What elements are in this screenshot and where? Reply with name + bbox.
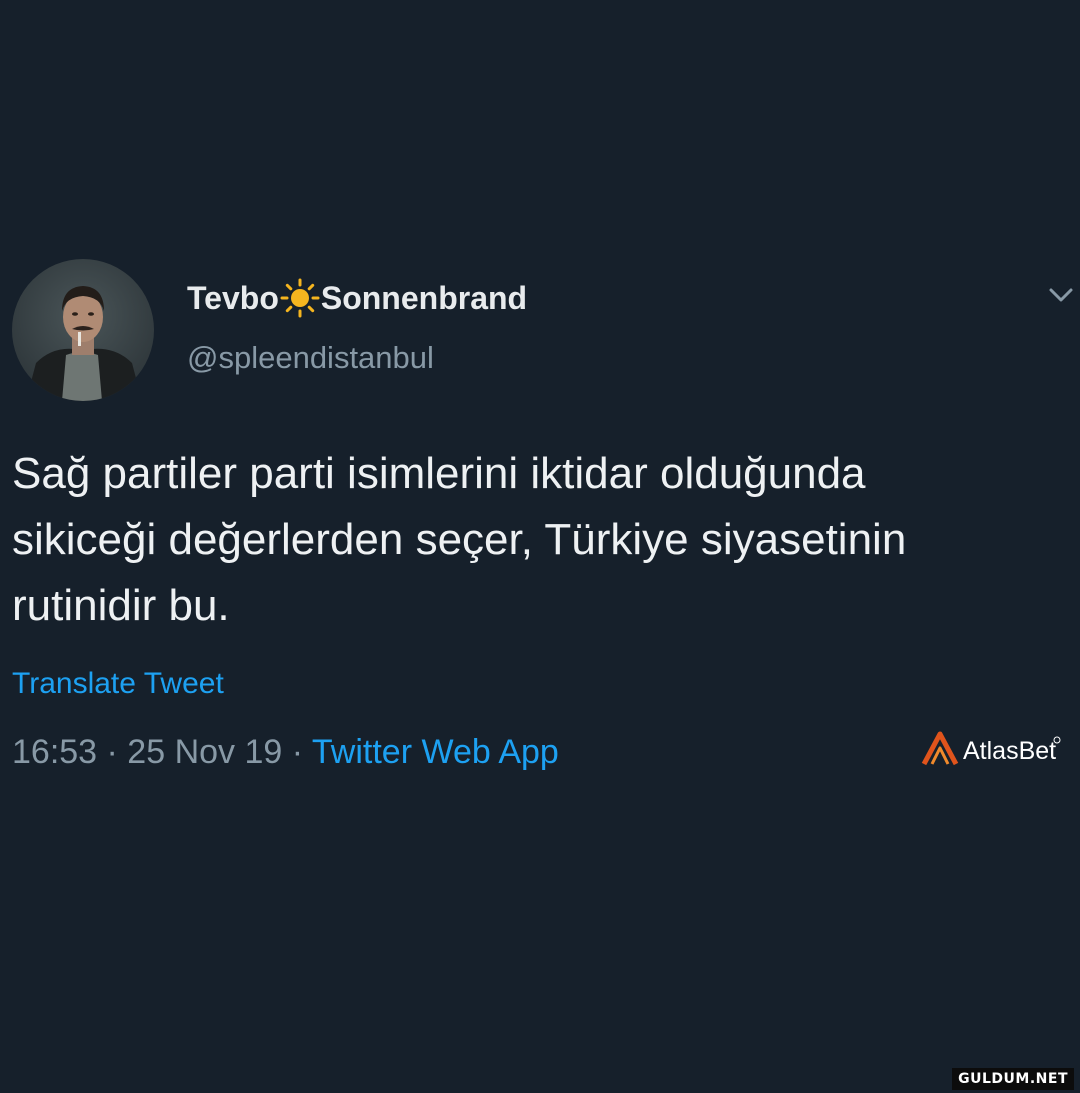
source-link[interactable]: Twitter Web App — [312, 733, 559, 771]
atlasbet-logo: AtlasBet — [920, 726, 1070, 770]
chevron-down-icon[interactable] — [1046, 282, 1076, 306]
profile-photo — [12, 259, 154, 401]
translate-tweet-link[interactable]: Translate Tweet — [12, 667, 224, 701]
tweet-text: Sağ partiler parti isimlerini iktidar ol… — [12, 449, 907, 630]
atlasbet-logo-text: AtlasBet — [963, 737, 1056, 765]
guldum-watermark: GULDUM.NET — [952, 1068, 1074, 1090]
display-name[interactable]: Tevbo Sonnenbrand — [187, 278, 527, 318]
tweet-detail-page: Tevbo Sonnenbrand @spleendistanbul Sağ p… — [0, 0, 1080, 1093]
timestamp: 16:53 · 25 Nov 19 · — [12, 733, 312, 771]
tweet-metadata: 16:53 · 25 Nov 19 · Twitter Web App — [12, 733, 559, 772]
user-handle[interactable]: @spleendistanbul — [187, 340, 434, 376]
display-name-part1: Tevbo — [187, 279, 279, 316]
display-name-part2: Sonnenbrand — [320, 279, 528, 316]
avatar[interactable] — [12, 259, 154, 401]
sun-emoji-icon — [280, 278, 320, 318]
